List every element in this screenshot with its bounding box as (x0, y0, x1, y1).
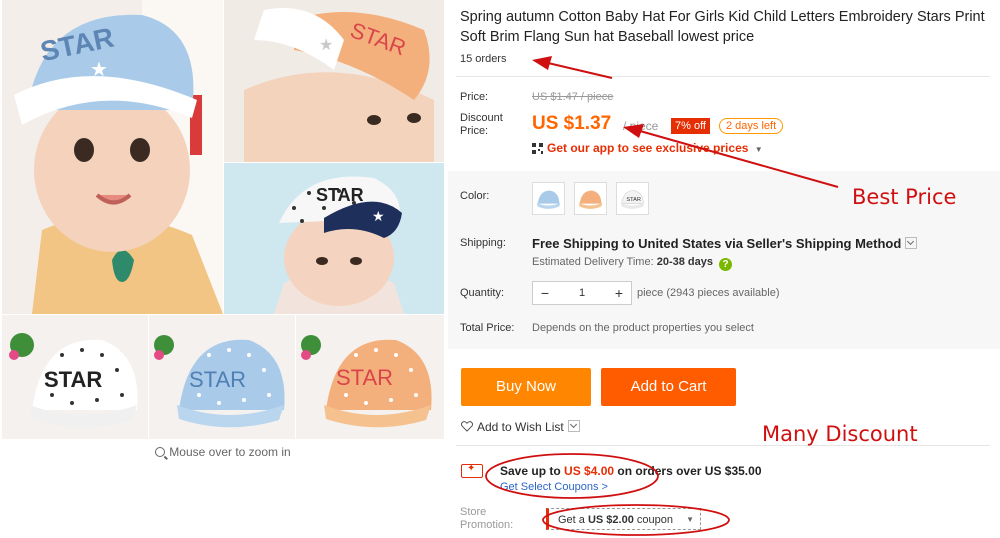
svg-text:STAR: STAR (336, 365, 393, 390)
store-label-line2: Promotion: (460, 519, 514, 531)
product-gallery: STAR ★ STAR ★ STAR ★ STAR STAR STAR Mous… (0, 0, 446, 538)
color-swatches: STAR (532, 182, 649, 215)
product-image-orange-hat[interactable]: STAR (296, 315, 444, 439)
wish-list-text: Add to Wish List (477, 420, 564, 434)
coupon-save-suffix: on orders over US $35.00 (617, 464, 762, 478)
product-image-main[interactable]: STAR ★ (2, 0, 223, 314)
product-image-navy[interactable]: STAR ★ (224, 163, 444, 314)
order-count: 15 orders (460, 53, 507, 65)
add-to-cart-button[interactable]: Add to Cart (601, 368, 736, 406)
store-coupon-suffix: coupon (636, 514, 673, 526)
coupon-icon (461, 463, 483, 478)
price-unit: / piece (623, 119, 659, 133)
shipping-method-text: Free Shipping to United States via Selle… (532, 236, 902, 251)
help-icon[interactable]: ? (719, 258, 733, 271)
color-label: Color: (460, 190, 490, 202)
svg-text:STAR: STAR (189, 367, 246, 392)
delivery-time: 20-38 days (656, 256, 713, 268)
app-promo-link[interactable]: Get our app to see exclusive prices ▼ (532, 141, 763, 155)
caret-down-icon: ▼ (686, 515, 694, 524)
add-to-wish-list[interactable]: Add to Wish List (461, 420, 580, 434)
color-swatch-white[interactable]: STAR (616, 182, 649, 215)
product-image-white-hat[interactable]: STAR (2, 315, 148, 439)
caret-down-icon: ▼ (754, 145, 763, 154)
original-price: US $1.47 / piece (532, 91, 614, 103)
quantity-label: Quantity: (460, 287, 505, 299)
quantity-increase-button[interactable]: + (607, 285, 631, 301)
magnifier-icon (155, 447, 166, 457)
price-label: Price: (460, 91, 489, 103)
quantity-decrease-button[interactable]: − (533, 285, 557, 301)
svg-text:STAR: STAR (44, 367, 102, 392)
quantity-stepper: − 1 + (532, 281, 632, 305)
discount-label-line2: Price: (460, 125, 489, 137)
many-discount-annotation: Many Discount (762, 422, 918, 446)
store-coupon-amount: US $2.00 (587, 514, 634, 526)
svg-text:STAR: STAR (626, 197, 641, 203)
store-coupon-dropdown[interactable]: Get a US $2.00 coupon ▼ (546, 508, 701, 530)
product-title: Spring autumn Cotton Baby Hat For Girls … (460, 9, 985, 45)
chevron-down-icon[interactable] (905, 237, 918, 249)
store-promotion-label: Store Promotion: (460, 506, 513, 532)
total-price-label: Total Price: (460, 322, 515, 334)
buy-now-button[interactable]: Buy Now (461, 368, 591, 406)
color-swatch-blue[interactable] (532, 182, 565, 215)
quantity-available: piece (2943 pieces available) (637, 287, 780, 299)
zoom-hint: Mouse over to zoom in (0, 445, 446, 459)
store-coupon-prefix: Get a (558, 514, 585, 526)
svg-text:★: ★ (90, 59, 108, 81)
discount-label-line1: Discount (460, 112, 503, 124)
heart-icon (461, 421, 473, 432)
discount-badge: 7% off (671, 118, 710, 134)
svg-text:★: ★ (372, 208, 385, 224)
discount-price: US $1.37 (532, 113, 612, 134)
qr-code-icon (532, 143, 543, 154)
discount-price-label: Discount Price: (460, 112, 503, 138)
chevron-down-icon[interactable] (567, 420, 580, 432)
app-promo-text: Get our app to see exclusive prices (547, 141, 749, 155)
color-swatch-orange[interactable] (574, 182, 607, 215)
product-image-orange[interactable]: STAR ★ (224, 0, 444, 162)
coupon-offer: Save up to US $4.00 on orders over US $3… (500, 464, 762, 478)
delivery-label: Estimated Delivery Time: (532, 256, 654, 268)
get-coupons-link[interactable]: Get Select Coupons > (500, 481, 608, 493)
coupon-save-prefix: Save up to (500, 464, 561, 478)
best-price-annotation: Best Price (852, 185, 957, 209)
shipping-method[interactable]: Free Shipping to United States via Selle… (532, 236, 918, 251)
countdown-badge: 2 days left (719, 118, 784, 134)
zoom-hint-text: Mouse over to zoom in (169, 445, 291, 459)
product-detail: Spring autumn Cotton Baby Hat For Girls … (446, 0, 1000, 538)
product-image-blue-hat[interactable]: STAR (149, 315, 295, 439)
store-label-line1: Store (460, 506, 487, 518)
total-price-note: Depends on the product properties you se… (532, 322, 754, 334)
coupon-save-amount: US $4.00 (564, 464, 615, 478)
divider (456, 76, 990, 77)
svg-text:★: ★ (319, 37, 333, 54)
svg-text:STAR: STAR (316, 185, 364, 205)
delivery-estimate: Estimated Delivery Time: 20-38 days ? (532, 256, 733, 271)
shipping-label: Shipping: (460, 237, 506, 249)
quantity-input[interactable]: 1 (557, 287, 607, 299)
